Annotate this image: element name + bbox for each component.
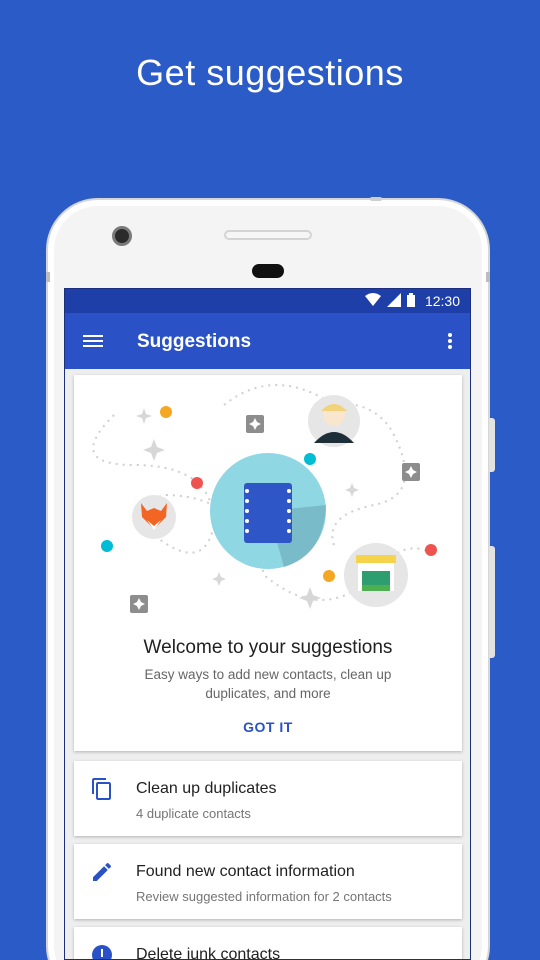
suggestion-subtitle: 4 duplicate contacts bbox=[136, 806, 251, 821]
edit-icon bbox=[90, 860, 114, 884]
phone-screen: 12:30 Suggestions Welcome to your sugges… bbox=[64, 288, 471, 960]
headline: Get suggestions bbox=[136, 52, 404, 93]
phone-volume-button bbox=[489, 418, 495, 472]
suggestion-item-duplicates[interactable]: Clean up duplicates 4 duplicate contacts bbox=[74, 761, 462, 836]
suggestions-illustration bbox=[92, 384, 437, 613]
status-time: 12:30 bbox=[424, 293, 460, 309]
signal-icon bbox=[386, 292, 401, 310]
suggestion-item-new-info[interactable]: Found new contact information Review sug… bbox=[74, 844, 462, 919]
wifi-icon bbox=[364, 292, 381, 310]
got-it-button[interactable]: GOT IT bbox=[238, 719, 298, 735]
copy-icon bbox=[90, 777, 114, 801]
speaker-grille bbox=[224, 230, 312, 240]
welcome-subtitle: Easy ways to add new contacts, clean up … bbox=[144, 667, 392, 701]
suggestion-title: Delete junk contacts bbox=[136, 946, 281, 960]
welcome-card: Welcome to your suggestions Easy ways to… bbox=[74, 375, 462, 751]
phone-power-button bbox=[489, 546, 495, 658]
camera-icon bbox=[112, 226, 132, 246]
phone-antenna-right bbox=[486, 272, 490, 282]
suggestion-subtitle: Review suggested information for 2 conta… bbox=[136, 889, 392, 904]
phone-top-button bbox=[370, 197, 382, 201]
suggestion-title: Found new contact information bbox=[136, 863, 355, 880]
welcome-title: Welcome to your suggestions bbox=[143, 637, 393, 658]
alert-icon bbox=[90, 943, 114, 959]
suggestion-item-junk[interactable]: Delete junk contacts bbox=[74, 927, 462, 960]
more-vert-icon[interactable] bbox=[446, 331, 454, 351]
page-title: Suggestions bbox=[137, 331, 252, 352]
suggestion-title: Clean up duplicates bbox=[136, 780, 277, 797]
status-bar: 12:30 bbox=[65, 289, 470, 313]
menu-icon[interactable] bbox=[83, 332, 103, 350]
app-bar: Suggestions bbox=[65, 313, 470, 369]
phone-antenna-left bbox=[46, 272, 50, 282]
battery-icon bbox=[406, 292, 415, 310]
proximity-sensor bbox=[252, 264, 284, 278]
